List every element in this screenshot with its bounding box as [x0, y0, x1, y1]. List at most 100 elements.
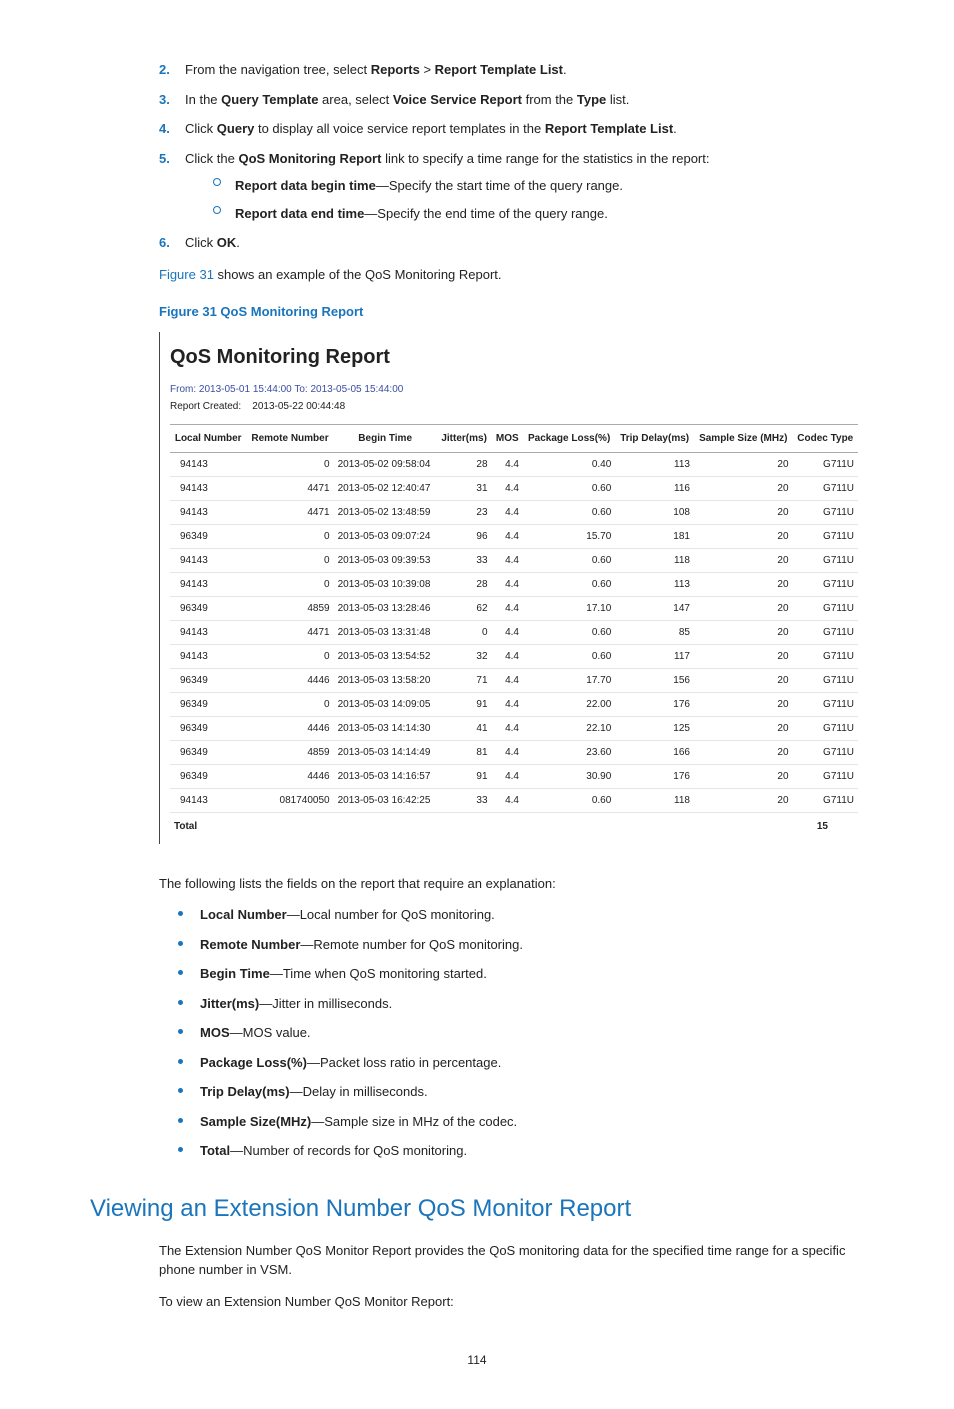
- table-cell: 71: [437, 668, 492, 692]
- figure-reference: Figure 31 shows an example of the QoS Mo…: [90, 265, 864, 285]
- fields-intro: The following lists the fields on the re…: [90, 874, 864, 894]
- table-row: 9414344712013-05-02 13:48:59234.40.60108…: [170, 500, 858, 524]
- step-number: 2.: [159, 60, 170, 80]
- table-cell: 20: [694, 620, 793, 644]
- table-cell: 0: [246, 644, 333, 668]
- table-row: 9634902013-05-03 09:07:24964.415.7018120…: [170, 524, 858, 548]
- table-header: Package Loss(%): [523, 424, 615, 452]
- table-header: Begin Time: [334, 424, 437, 452]
- field-desc: —Number of records for QoS monitoring.: [230, 1143, 467, 1158]
- bullet-icon: [178, 1147, 183, 1152]
- table-cell: 20: [694, 692, 793, 716]
- table-cell: 113: [615, 572, 694, 596]
- table-cell: 176: [615, 764, 694, 788]
- table-cell: G711U: [793, 740, 858, 764]
- field-item: MOS—MOS value.: [200, 1023, 864, 1043]
- step-number: 5.: [159, 149, 170, 169]
- table-cell: 94143: [170, 572, 246, 596]
- table-cell: 94143: [170, 476, 246, 500]
- table-row: 9414302013-05-03 10:39:08284.40.6011320G…: [170, 572, 858, 596]
- field-name: Package Loss(%): [200, 1055, 307, 1070]
- report-date-range: From: 2013-05-01 15:44:00 To: 2013-05-05…: [170, 382, 858, 397]
- table-cell: G711U: [793, 572, 858, 596]
- table-cell: 4471: [246, 500, 333, 524]
- table-cell: 4.4: [492, 764, 523, 788]
- table-row: 9414302013-05-03 09:39:53334.40.6011820G…: [170, 548, 858, 572]
- field-name: Sample Size(MHz): [200, 1114, 311, 1129]
- bullet-icon: [178, 1000, 183, 1005]
- procedure-list: 2. From the navigation tree, select Repo…: [90, 60, 864, 253]
- table-cell: 4.4: [492, 788, 523, 812]
- step-number: 3.: [159, 90, 170, 110]
- table-cell: 96349: [170, 740, 246, 764]
- table-cell: 4.4: [492, 500, 523, 524]
- step-5: 5. Click the QoS Monitoring Report link …: [185, 149, 864, 224]
- table-cell: 94143: [170, 452, 246, 476]
- table-cell: 85: [615, 620, 694, 644]
- table-cell: G711U: [793, 596, 858, 620]
- table-cell: 94143: [170, 644, 246, 668]
- table-cell: 91: [437, 692, 492, 716]
- field-name: Local Number: [200, 907, 287, 922]
- table-cell: 166: [615, 740, 694, 764]
- table-cell: 20: [694, 644, 793, 668]
- table-cell: 4859: [246, 596, 333, 620]
- field-name: Remote Number: [200, 937, 300, 952]
- table-cell: 2013-05-02 09:58:04: [334, 452, 437, 476]
- report-created: Report Created: 2013-05-22 00:44:48: [170, 399, 858, 414]
- table-cell: 23: [437, 500, 492, 524]
- figure-link[interactable]: Figure 31: [159, 267, 214, 282]
- table-cell: 20: [694, 596, 793, 620]
- table-cell: 17.10: [523, 596, 615, 620]
- page-number: 114: [90, 1351, 864, 1369]
- report-figure: QoS Monitoring Report From: 2013-05-01 1…: [159, 332, 864, 844]
- table-header: Trip Delay(ms): [615, 424, 694, 452]
- circle-bullet-icon: [213, 206, 221, 214]
- table-cell: 113: [615, 452, 694, 476]
- step-3: 3. In the Query Template area, select Vo…: [185, 90, 864, 110]
- table-header-row: Local NumberRemote NumberBegin TimeJitte…: [170, 424, 858, 452]
- table-cell: 96349: [170, 764, 246, 788]
- table-header: Local Number: [170, 424, 246, 452]
- table-cell: 94143: [170, 500, 246, 524]
- table-cell: 081740050: [246, 788, 333, 812]
- table-cell: G711U: [793, 500, 858, 524]
- table-cell: 117: [615, 644, 694, 668]
- field-item: Package Loss(%)—Packet loss ratio in per…: [200, 1053, 864, 1073]
- table-cell: 33: [437, 548, 492, 572]
- step-text: In the Query Template area, select Voice…: [185, 92, 629, 107]
- table-row: 9414302013-05-03 13:54:52324.40.6011720G…: [170, 644, 858, 668]
- table-cell: 0: [246, 572, 333, 596]
- bullet-icon: [178, 1088, 183, 1093]
- table-cell: 0.60: [523, 572, 615, 596]
- table-cell: 2013-05-03 14:14:30: [334, 716, 437, 740]
- section-heading: Viewing an Extension Number QoS Monitor …: [90, 1191, 864, 1227]
- table-cell: 20: [694, 548, 793, 572]
- table-cell: 4.4: [492, 452, 523, 476]
- step-4: 4. Click Query to display all voice serv…: [185, 119, 864, 139]
- table-cell: 4859: [246, 740, 333, 764]
- table-cell: 4.4: [492, 596, 523, 620]
- substep-end-time: Report data end time—Specify the end tim…: [235, 204, 864, 224]
- table-row: 9634948592013-05-03 13:28:46624.417.1014…: [170, 596, 858, 620]
- table-cell: 4446: [246, 716, 333, 740]
- table-cell: 31: [437, 476, 492, 500]
- table-cell: 118: [615, 788, 694, 812]
- step-6: 6. Click OK.: [185, 233, 864, 253]
- bullet-icon: [178, 1059, 183, 1064]
- table-cell: 4.4: [492, 644, 523, 668]
- table-cell: 116: [615, 476, 694, 500]
- table-cell: 0.60: [523, 500, 615, 524]
- table-total-row: Total15: [170, 812, 858, 838]
- table-cell: 4.4: [492, 692, 523, 716]
- table-cell: 4.4: [492, 524, 523, 548]
- table-cell: 20: [694, 716, 793, 740]
- table-cell: 20: [694, 740, 793, 764]
- table-cell: G711U: [793, 764, 858, 788]
- report-title: QoS Monitoring Report: [170, 342, 858, 372]
- step-text: Click OK.: [185, 235, 240, 250]
- table-cell: G711U: [793, 452, 858, 476]
- table-cell: 96349: [170, 524, 246, 548]
- table-cell: 94143: [170, 548, 246, 572]
- table-cell: 2013-05-03 13:58:20: [334, 668, 437, 692]
